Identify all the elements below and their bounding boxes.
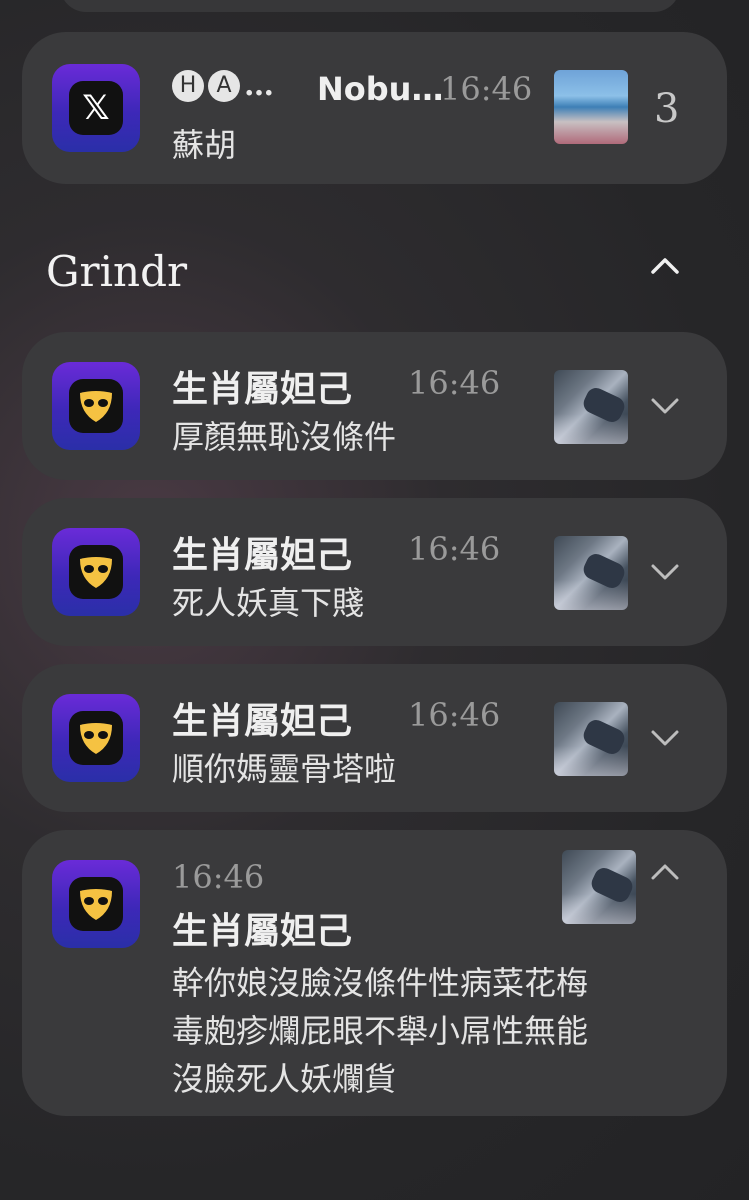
grindr-message: 死人妖真下賤 <box>172 584 365 622</box>
grindr-sender: 生肖屬妲己 <box>172 700 353 742</box>
grindr-thumbnail[interactable] <box>554 702 628 776</box>
grindr-notification-card[interactable]: 生肖屬妲己 16:46 順你媽靈骨塔啦 <box>22 664 727 812</box>
chevron-down-icon[interactable] <box>648 388 682 422</box>
avatar-overflow: … <box>244 68 274 103</box>
grindr-mask-icon <box>80 889 112 920</box>
grindr-message-line: 沒臉死人妖爛貨 <box>172 1060 397 1098</box>
x-app-icon: 𝕏 <box>52 64 140 152</box>
grindr-sender: 生肖屬妲己 <box>172 368 353 410</box>
grindr-mask-icon <box>80 723 112 754</box>
chevron-up-icon[interactable] <box>648 250 682 284</box>
grindr-expanded-notification-card[interactable]: 16:46 生肖屬妲己 幹你娘沒臉沒條件性病菜花梅 毒皰疹爛屁眼不舉小屌性無能 … <box>22 830 727 1116</box>
grindr-thumbnail[interactable] <box>554 370 628 444</box>
grindr-thumbnail[interactable] <box>554 536 628 610</box>
grindr-message: 厚顏無恥沒條件 <box>172 418 397 456</box>
grindr-app-icon <box>52 860 140 948</box>
grindr-message-line: 幹你娘沒臉沒條件性病菜花梅 <box>172 964 589 1002</box>
previous-notification-stub <box>60 0 680 12</box>
grindr-thumbnail[interactable] <box>562 850 636 924</box>
x-notification-count: 3 <box>654 86 680 132</box>
grindr-sender: 生肖屬妲己 <box>172 910 353 952</box>
grindr-app-icon <box>52 694 140 782</box>
grindr-mask-icon <box>80 557 112 588</box>
grindr-time: 16:46 <box>408 530 501 568</box>
grindr-time: 16:46 <box>408 364 501 402</box>
grindr-notification-card[interactable]: 生肖屬妲己 16:46 厚顏無恥沒條件 <box>22 332 727 480</box>
chevron-down-icon[interactable] <box>648 554 682 588</box>
grindr-app-icon <box>52 362 140 450</box>
grindr-app-icon <box>52 528 140 616</box>
x-notification-card[interactable]: 𝕏 H A… Nobu… 16:46 蘇胡 3 <box>22 32 727 184</box>
avatar: H <box>172 69 204 102</box>
grindr-mask-icon <box>80 391 112 422</box>
grindr-notification-card[interactable]: 生肖屬妲己 16:46 死人妖真下賤 <box>22 498 727 646</box>
grindr-time: 16:46 <box>408 696 501 734</box>
avatar: A <box>208 69 240 102</box>
chevron-down-icon[interactable] <box>648 720 682 754</box>
x-message: 蘇胡 <box>172 126 237 164</box>
x-avatar-group: H A… <box>172 68 274 103</box>
grindr-message: 順你媽靈骨塔啦 <box>172 750 397 788</box>
x-logo-icon: 𝕏 <box>82 88 110 128</box>
grindr-sender: 生肖屬妲己 <box>172 534 353 576</box>
grindr-group-title: Grindr <box>46 247 188 296</box>
x-time: 16:46 <box>440 70 533 108</box>
x-sender: Nobu… <box>317 70 444 108</box>
grindr-time: 16:46 <box>172 858 265 896</box>
x-thumbnail[interactable] <box>554 70 628 144</box>
grindr-message-line: 毒皰疹爛屁眼不舉小屌性無能 <box>172 1012 589 1050</box>
chevron-up-icon[interactable] <box>648 856 682 890</box>
